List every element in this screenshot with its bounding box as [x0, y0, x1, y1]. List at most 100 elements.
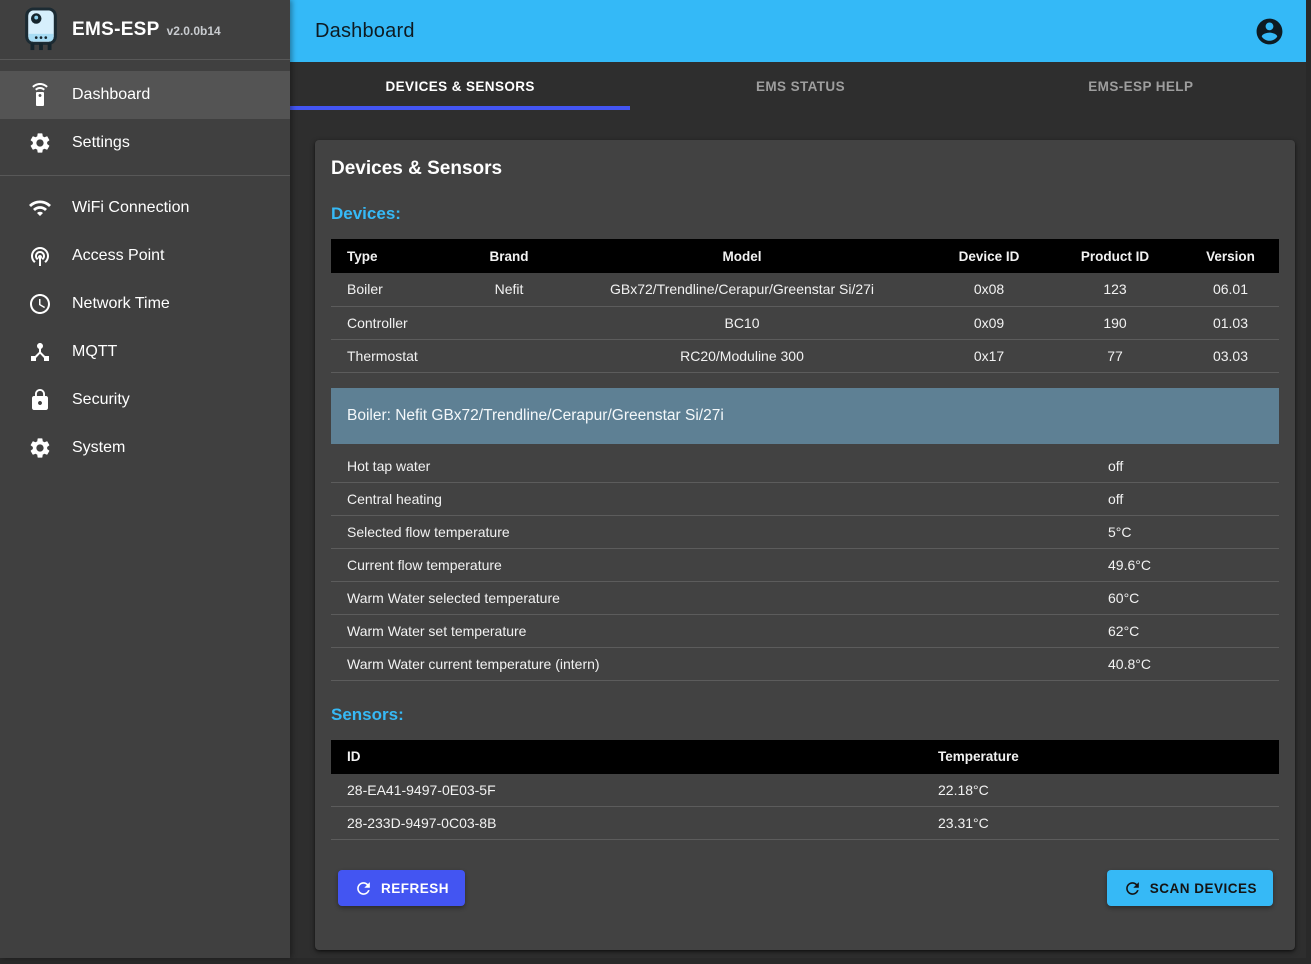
- detail-label: Warm Water set temperature: [331, 623, 1108, 639]
- col-header-id: ID: [331, 740, 938, 774]
- app-version: v2.0.0b14: [167, 24, 221, 38]
- cell-sensor-temperature: 22.18°C: [938, 774, 1279, 807]
- detail-label: Warm Water current temperature (intern): [331, 656, 1108, 672]
- card-title: Devices & Sensors: [331, 158, 1279, 180]
- sidebar-item-label: Access Point: [72, 247, 164, 265]
- sidebar-item-label: Settings: [72, 134, 130, 152]
- scrollbar-gutter[interactable]: [1306, 0, 1311, 964]
- sidebar: EMS-ESP v2.0.0b14 Dashboard Settings WiF…: [0, 0, 290, 958]
- sensors-heading: Sensors:: [331, 705, 1279, 725]
- col-header-product-id: Product ID: [1048, 239, 1182, 273]
- lock-icon: [28, 388, 52, 412]
- devices-table: Type Brand Model Device ID Product ID Ve…: [331, 239, 1279, 373]
- sidebar-item-settings[interactable]: Settings: [0, 119, 290, 167]
- cell-product-id: 190: [1048, 306, 1182, 339]
- boiler-banner: Boiler: Nefit GBx72/Trendline/Cerapur/Gr…: [331, 388, 1279, 444]
- detail-value: off: [1108, 458, 1123, 474]
- sidebar-item-label: Dashboard: [72, 86, 150, 104]
- remote-icon: [28, 83, 52, 107]
- cell-sensor-id: 28-233D-9497-0C03-8B: [331, 807, 938, 840]
- sidebar-item-access-point[interactable]: Access Point: [0, 232, 290, 280]
- detail-value: 60°C: [1108, 590, 1139, 606]
- cell-brand: [464, 339, 554, 372]
- devices-table-header-row: Type Brand Model Device ID Product ID Ve…: [331, 239, 1279, 273]
- sidebar-item-network-time[interactable]: Network Time: [0, 280, 290, 328]
- list-item: Current flow temperature 49.6°C: [331, 549, 1279, 582]
- cell-model: BC10: [554, 306, 930, 339]
- tab-bar: DEVICES & SENSORS EMS STATUS EMS-ESP HEL…: [290, 62, 1311, 110]
- col-header-model: Model: [554, 239, 930, 273]
- sidebar-item-label: MQTT: [72, 343, 117, 361]
- tab-ems-status[interactable]: EMS STATUS: [630, 62, 970, 110]
- cell-sensor-id: 28-EA41-9497-0E03-5F: [331, 774, 938, 807]
- cell-device-id: 0x09: [930, 306, 1048, 339]
- cell-version: 01.03: [1182, 306, 1279, 339]
- table-row[interactable]: 28-233D-9497-0C03-8B 23.31°C: [331, 807, 1279, 840]
- ems-esp-logo-icon: [20, 6, 62, 54]
- refresh-icon: [1123, 879, 1142, 898]
- sidebar-item-label: System: [72, 439, 125, 457]
- refresh-button-label: REFRESH: [381, 881, 449, 896]
- app-title: EMS-ESP: [72, 19, 160, 41]
- sidebar-item-system[interactable]: System: [0, 424, 290, 472]
- sidebar-divider: [0, 175, 290, 176]
- table-row[interactable]: 28-EA41-9497-0E03-5F 22.18°C: [331, 774, 1279, 807]
- sidebar-header: EMS-ESP v2.0.0b14: [0, 0, 290, 60]
- content-area: Devices & Sensors Devices: Type Brand Mo…: [290, 110, 1311, 958]
- list-item: Warm Water selected temperature 60°C: [331, 582, 1279, 615]
- sidebar-nav: Dashboard Settings WiFi Connection Acces…: [0, 60, 290, 472]
- cell-device-id: 0x17: [930, 339, 1048, 372]
- sidebar-item-wifi-connection[interactable]: WiFi Connection: [0, 184, 290, 232]
- cell-device-id: 0x08: [930, 273, 1048, 306]
- devices-sensors-card: Devices & Sensors Devices: Type Brand Mo…: [315, 140, 1295, 950]
- detail-value: 5°C: [1108, 524, 1132, 540]
- detail-label: Current flow temperature: [331, 557, 1108, 573]
- sidebar-item-label: Security: [72, 391, 130, 409]
- wifi-tethering-icon: [28, 244, 52, 268]
- cell-model: RC20/Moduline 300: [554, 339, 930, 372]
- sidebar-item-security[interactable]: Security: [0, 376, 290, 424]
- cell-model: GBx72/Trendline/Cerapur/Greenstar Si/27i: [554, 273, 930, 306]
- col-header-temperature: Temperature: [938, 740, 1279, 774]
- detail-value: 62°C: [1108, 623, 1139, 639]
- refresh-button[interactable]: REFRESH: [338, 870, 465, 906]
- detail-value: 40.8°C: [1108, 656, 1151, 672]
- tab-ems-esp-help[interactable]: EMS-ESP HELP: [971, 62, 1311, 110]
- detail-value: off: [1108, 491, 1123, 507]
- clock-icon: [28, 292, 52, 316]
- detail-label: Selected flow temperature: [331, 524, 1108, 540]
- refresh-icon: [354, 879, 373, 898]
- account-circle-icon[interactable]: [1254, 16, 1285, 47]
- cell-product-id: 123: [1048, 273, 1182, 306]
- detail-label: Central heating: [331, 491, 1108, 507]
- sidebar-item-dashboard[interactable]: Dashboard: [0, 71, 290, 119]
- scan-devices-button[interactable]: SCAN DEVICES: [1107, 870, 1273, 906]
- boiler-details-list: Hot tap water off Central heating off Se…: [331, 450, 1279, 681]
- detail-label: Warm Water selected temperature: [331, 590, 1108, 606]
- sensors-table: ID Temperature 28-EA41-9497-0E03-5F 22.1…: [331, 740, 1279, 841]
- list-item: Warm Water set temperature 62°C: [331, 615, 1279, 648]
- cell-version: 03.03: [1182, 339, 1279, 372]
- cell-type: Controller: [331, 306, 464, 339]
- sidebar-item-mqtt[interactable]: MQTT: [0, 328, 290, 376]
- card-actions: REFRESH SCAN DEVICES: [338, 870, 1273, 906]
- list-item: Hot tap water off: [331, 450, 1279, 483]
- col-header-version: Version: [1182, 239, 1279, 273]
- col-header-brand: Brand: [464, 239, 554, 273]
- detail-value: 49.6°C: [1108, 557, 1151, 573]
- sensors-table-header-row: ID Temperature: [331, 740, 1279, 774]
- app-root: EMS-ESP v2.0.0b14 Dashboard Settings WiF…: [0, 0, 1311, 958]
- list-item: Warm Water current temperature (intern) …: [331, 648, 1279, 681]
- table-row[interactable]: Boiler Nefit GBx72/Trendline/Cerapur/Gre…: [331, 273, 1279, 306]
- cell-brand: [464, 306, 554, 339]
- table-row[interactable]: Thermostat RC20/Moduline 300 0x17 77 03.…: [331, 339, 1279, 372]
- wifi-icon: [28, 196, 52, 220]
- cell-sensor-temperature: 23.31°C: [938, 807, 1279, 840]
- scan-devices-button-label: SCAN DEVICES: [1150, 881, 1257, 896]
- gear-icon: [28, 436, 52, 460]
- appbar: Dashboard: [290, 0, 1311, 62]
- table-row[interactable]: Controller BC10 0x09 190 01.03: [331, 306, 1279, 339]
- cell-brand: Nefit: [464, 273, 554, 306]
- cell-type: Boiler: [331, 273, 464, 306]
- tab-devices-sensors[interactable]: DEVICES & SENSORS: [290, 62, 630, 110]
